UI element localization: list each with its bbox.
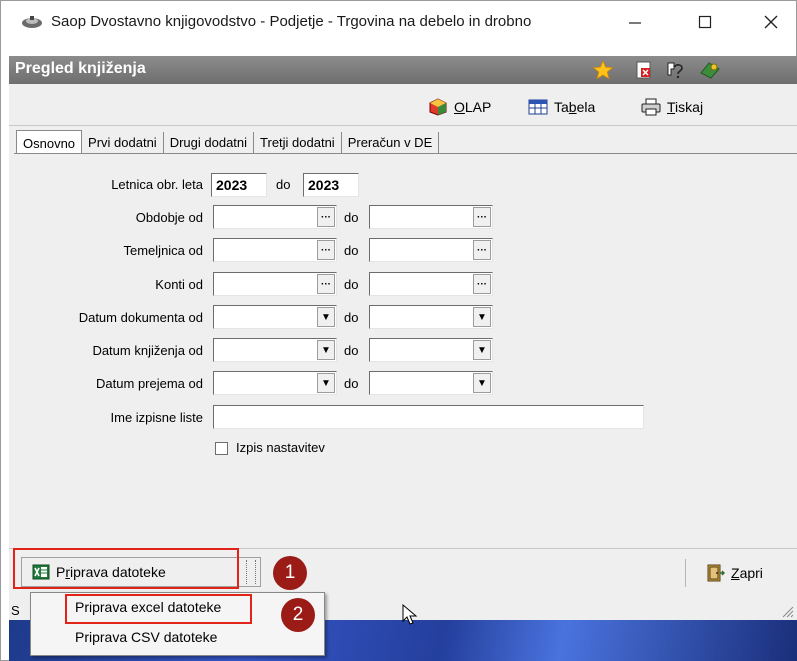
tab-strip: Osnovno Prvi dodatni Drugi dodatni Tretj…: [16, 128, 440, 155]
temeljnica-from-field[interactable]: ···: [213, 238, 337, 262]
konti-to-lookup-button[interactable]: ···: [473, 274, 491, 294]
tab-drugi-dodatni[interactable]: Drugi dodatni: [163, 132, 255, 154]
close-icon: [764, 15, 778, 29]
datum-prejema-from-select[interactable]: ▼: [213, 371, 337, 395]
mouse-cursor-icon: [402, 603, 418, 629]
minimize-button[interactable]: [607, 1, 663, 43]
step-badge-2: 2: [281, 598, 315, 632]
konti-from-field[interactable]: ···: [213, 272, 337, 296]
datum-knjizenja-to-select[interactable]: ▼: [369, 338, 493, 362]
temeljnica-do-label: do: [344, 243, 359, 258]
chevron-down-icon[interactable]: ▼: [473, 307, 491, 327]
door-exit-icon: [707, 564, 725, 582]
help-icon[interactable]: [665, 61, 685, 79]
izpis-nastavitev-checkbox[interactable]: [215, 442, 228, 455]
star-icon[interactable]: [592, 59, 614, 80]
ime-izpisne-liste-input[interactable]: [213, 405, 644, 429]
chevron-down-icon[interactable]: ▼: [317, 373, 335, 393]
printer-icon: [641, 98, 661, 116]
chevron-down-icon[interactable]: ▼: [317, 340, 335, 360]
datum-knjizenja-from-select[interactable]: ▼: [213, 338, 337, 362]
highlight-box-2: [65, 594, 252, 624]
datum-prejema-to-select[interactable]: ▼: [369, 371, 493, 395]
maximize-icon: [698, 15, 712, 29]
step-badge-1: 1: [273, 556, 307, 590]
resize-grip-icon[interactable]: [780, 604, 794, 621]
minimize-icon: [629, 22, 641, 24]
window-title-bar[interactable]: Saop Dvostavno knjigovodstvo - Podjetje …: [1, 1, 796, 43]
temeljnica-to-field[interactable]: ···: [369, 238, 493, 262]
ime-izpisne-liste-label: Ime izpisne liste: [110, 410, 203, 425]
izpis-nastavitev-label: Izpis nastavitev: [236, 440, 325, 455]
form-header: Pregled knjiženja: [9, 56, 797, 84]
olap-button[interactable]: OLAP: [428, 96, 491, 118]
konti-do-label: do: [344, 277, 359, 292]
tools-icon[interactable]: [699, 61, 720, 79]
temeljnica-from-lookup-button[interactable]: ···: [317, 240, 335, 260]
chevron-down-icon[interactable]: ▼: [317, 307, 335, 327]
obdobje-from-lookup-button[interactable]: ···: [317, 207, 335, 227]
app-icon: [21, 14, 43, 30]
obdobje-to-field[interactable]: ···: [369, 205, 493, 229]
tiskaj-button[interactable]: Tiskaj: [641, 96, 703, 118]
datum-dokumenta-label: Datum dokumenta od: [78, 310, 203, 325]
table-icon: [528, 99, 548, 115]
olap-cube-icon: [429, 98, 447, 116]
letnica-do-label: do: [276, 177, 291, 192]
tabela-button[interactable]: Tabela: [528, 96, 595, 118]
tab-prvi-dodatni[interactable]: Prvi dodatni: [82, 132, 164, 154]
datum-knjizenja-do-label: do: [344, 343, 359, 358]
temeljnica-to-lookup-button[interactable]: ···: [473, 240, 491, 260]
tab-preracun-v-de[interactable]: Preračun v DE: [341, 132, 440, 154]
konti-to-field[interactable]: ···: [369, 272, 493, 296]
form-title: Pregled knjiženja: [15, 60, 146, 77]
konti-label: Konti od: [155, 277, 203, 292]
obdobje-from-field[interactable]: ···: [213, 205, 337, 229]
highlight-box-1: [13, 548, 239, 589]
konti-from-lookup-button[interactable]: ···: [317, 274, 335, 294]
split-button-grip[interactable]: [246, 560, 256, 584]
datum-dokumenta-do-label: do: [344, 310, 359, 325]
datum-knjizenja-label: Datum knjiženja od: [92, 343, 203, 358]
chevron-down-icon[interactable]: ▼: [473, 373, 491, 393]
chevron-down-icon[interactable]: ▼: [473, 340, 491, 360]
obdobje-label: Obdobje od: [135, 210, 203, 225]
zapri-separator: [685, 559, 686, 587]
temeljnica-label: Temeljnica od: [123, 243, 204, 258]
datum-prejema-label: Datum prejema od: [96, 376, 203, 391]
maximize-button[interactable]: [677, 1, 733, 43]
close-form-icon[interactable]: [635, 61, 655, 79]
datum-dokumenta-to-select[interactable]: ▼: [369, 305, 493, 329]
window-title: Saop Dvostavno knjigovodstvo - Podjetje …: [51, 13, 532, 30]
toolbar-separator: [9, 125, 797, 126]
letnica-label: Letnica obr. leta: [111, 177, 203, 192]
zapri-button[interactable]: Zapri: [705, 564, 763, 582]
close-window-button[interactable]: [743, 1, 797, 43]
letnica-to-field[interactable]: 2023: [303, 173, 359, 197]
obdobje-do-label: do: [344, 210, 359, 225]
menu-item-priprava-csv[interactable]: Priprava CSV datoteke: [75, 629, 217, 645]
status-text: S: [11, 603, 20, 618]
letnica-from-field[interactable]: 2023: [211, 173, 267, 197]
tab-osnovno[interactable]: Osnovno: [16, 130, 83, 155]
obdobje-to-lookup-button[interactable]: ···: [473, 207, 491, 227]
datum-prejema-do-label: do: [344, 376, 359, 391]
datum-dokumenta-from-select[interactable]: ▼: [213, 305, 337, 329]
tab-tretji-dodatni[interactable]: Tretji dodatni: [254, 132, 342, 154]
